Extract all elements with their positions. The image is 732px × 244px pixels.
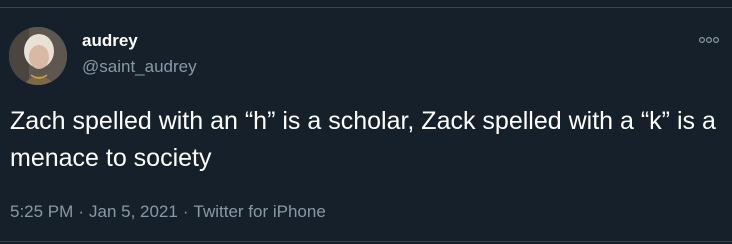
bottom-divider (0, 241, 732, 242)
author-handle[interactable]: @saint_audrey (82, 57, 197, 77)
meta-separator: · (182, 202, 189, 221)
avatar-image (9, 27, 67, 85)
tweet-text: Zach spelled with an “h” is a scholar, Z… (10, 107, 716, 172)
top-divider (0, 7, 732, 8)
more-options-icon[interactable] (698, 33, 720, 45)
tweet-source[interactable]: Twitter for iPhone (194, 202, 326, 221)
avatar[interactable] (9, 27, 67, 85)
tweet-meta: 5:25 PM · Jan 5, 2021 · Twitter for iPhone (10, 201, 326, 223)
tweet-date[interactable]: Jan 5, 2021 (89, 202, 178, 221)
tweet-time[interactable]: 5:25 PM (10, 202, 73, 221)
author-display-name[interactable]: audrey (82, 31, 138, 51)
meta-separator: · (78, 202, 84, 221)
